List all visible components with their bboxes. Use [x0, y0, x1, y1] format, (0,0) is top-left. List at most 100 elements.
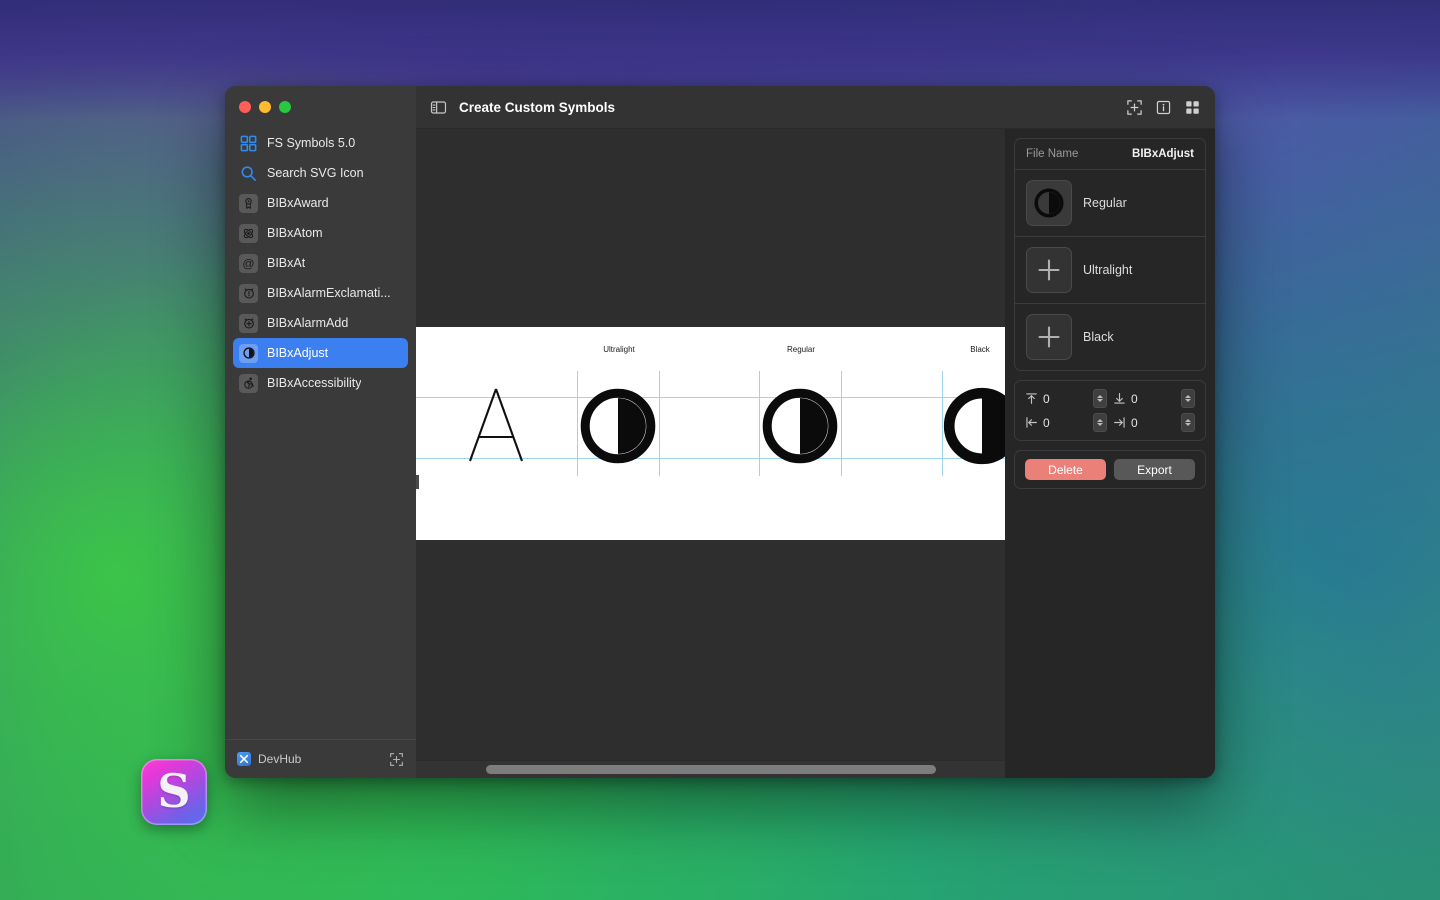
sketch-app-icon[interactable]: S — [141, 759, 207, 825]
sidebar-item-label: BIBxAt — [267, 256, 305, 270]
sidebar-item-bibxaccessibility[interactable]: BIBxAccessibility — [233, 368, 408, 398]
reference-glyph-a — [456, 383, 536, 465]
sidebar-item-fs-symbols[interactable]: FS Symbols 5.0 — [233, 128, 408, 158]
grid-icon[interactable] — [1184, 99, 1201, 116]
devhub-glyph-icon — [239, 754, 249, 764]
sidebar-item-bibxadjust[interactable]: BIBxAdjust — [233, 338, 408, 368]
svg-text:@: @ — [242, 256, 254, 270]
circle-half-filled-icon — [1033, 187, 1065, 219]
scrollbar-thumb[interactable] — [486, 765, 936, 774]
arrow-down-to-line-icon — [1113, 392, 1126, 405]
column-label-black: Black — [970, 345, 990, 354]
weight-label: Regular — [1083, 196, 1127, 210]
padding-top-cell[interactable]: 0 — [1025, 389, 1107, 408]
sidebar-item-bibxalarmexclamation[interactable]: BIBxAlarmExclamati... — [233, 278, 408, 308]
sidebar-item-label: FS Symbols 5.0 — [267, 136, 355, 150]
padding-right-stepper[interactable] — [1181, 413, 1195, 432]
plus-icon — [1036, 257, 1062, 283]
file-name-label: File Name — [1026, 148, 1078, 160]
canvas-left-marker — [416, 475, 419, 489]
inspector-panel: File Name BIBxAdjust Regular — [1005, 129, 1215, 778]
padding-bottom-stepper[interactable] — [1181, 389, 1195, 408]
file-name-value: BIBxAdjust — [1132, 148, 1194, 160]
padding-right-value: 0 — [1131, 416, 1176, 430]
weight-row-regular[interactable]: Regular — [1015, 170, 1205, 236]
sidebar-item-bibxalarmadd[interactable]: BIBxAlarmAdd — [233, 308, 408, 338]
at-icon: @ — [241, 256, 256, 271]
sidebar-item-search-svg-icon[interactable]: Search SVG Icon — [233, 158, 408, 188]
grid-icon — [239, 134, 258, 153]
sidebar-item-label: BIBxAccessibility — [267, 376, 361, 390]
add-frame-icon[interactable] — [389, 752, 404, 767]
weight-row-ultralight[interactable]: Ultralight — [1015, 236, 1205, 303]
window-controls — [225, 86, 416, 128]
symbol-chip — [239, 224, 258, 243]
titlebar: Create Custom Symbols — [416, 86, 1215, 129]
devhub-label: DevHub — [258, 752, 301, 766]
award-icon — [242, 197, 255, 210]
symbol-preview-ultralight — [577, 385, 659, 467]
symbol-chip — [239, 344, 258, 363]
guide-vertical — [659, 371, 660, 476]
export-button[interactable]: Export — [1114, 459, 1195, 480]
add-frame-icon[interactable] — [1126, 99, 1143, 116]
devhub-icon — [237, 752, 251, 766]
sidebar-item-bibxatom[interactable]: BIBxAtom — [233, 218, 408, 248]
padding-left-cell[interactable]: 0 — [1025, 413, 1107, 432]
padding-top-value: 0 — [1043, 392, 1088, 406]
padding-bottom-cell[interactable]: 0 — [1113, 389, 1195, 408]
canvas-area[interactable]: Ultralight Regular Black — [416, 129, 1005, 778]
sidebar-item-list: FS Symbols 5.0 Search SVG Icon — [225, 128, 416, 739]
padding-right-cell[interactable]: 0 — [1113, 413, 1195, 432]
symbol-info-card: File Name BIBxAdjust Regular — [1014, 138, 1206, 371]
column-label-ultralight: Ultralight — [603, 345, 635, 354]
atom-icon — [242, 227, 255, 240]
symbol-chip — [239, 194, 258, 213]
canvas-horizontal-scrollbar[interactable] — [416, 760, 1005, 778]
guide-vertical — [841, 371, 842, 476]
search-icon — [239, 164, 258, 183]
padding-card: 0 0 — [1014, 380, 1206, 441]
padding-top-stepper[interactable] — [1093, 389, 1107, 408]
padding-left-value: 0 — [1043, 416, 1088, 430]
arrow-up-to-line-icon — [1025, 392, 1038, 405]
sidebar-footer: DevHub — [225, 739, 416, 778]
desktop-wallpaper: FS Symbols 5.0 Search SVG Icon — [0, 0, 1440, 900]
sidebar-item-label: BIBxAlarmAdd — [267, 316, 348, 330]
weight-label: Ultralight — [1083, 263, 1132, 277]
sidebar-item-label: BIBxAlarmExclamati... — [267, 286, 391, 300]
symbol-chip — [239, 314, 258, 333]
weight-thumbnail-ultralight[interactable] — [1026, 247, 1072, 293]
adjust-icon — [242, 346, 256, 360]
action-buttons-card: Delete Export — [1014, 450, 1206, 489]
sidebar-item-bibxaward[interactable]: BIBxAward — [233, 188, 408, 218]
padding-bottom-value: 0 — [1131, 392, 1176, 406]
padding-left-stepper[interactable] — [1093, 413, 1107, 432]
alarm-add-icon — [242, 316, 256, 330]
sidebar-item-label: BIBxAdjust — [267, 346, 328, 360]
padding-grid: 0 0 — [1025, 389, 1195, 432]
weight-thumbnail-black[interactable] — [1026, 314, 1072, 360]
canvas-scroll-area[interactable]: Ultralight Regular Black — [416, 129, 1005, 760]
close-window-button[interactable] — [239, 101, 251, 113]
weight-thumbnail-regular[interactable] — [1026, 180, 1072, 226]
accessibility-icon — [242, 376, 256, 390]
file-name-row: File Name BIBxAdjust — [1015, 139, 1205, 170]
sidebar-item-bibxat[interactable]: @ BIBxAt — [233, 248, 408, 278]
maximize-window-button[interactable] — [279, 101, 291, 113]
sidebar-item-label: BIBxAward — [267, 196, 329, 210]
delete-button[interactable]: Delete — [1025, 459, 1106, 480]
alarm-exclamation-icon — [242, 286, 256, 300]
minimize-window-button[interactable] — [259, 101, 271, 113]
sidebar-item-label: Search SVG Icon — [267, 166, 364, 180]
column-label-regular: Regular — [787, 345, 815, 354]
sidebar: FS Symbols 5.0 Search SVG Icon — [225, 86, 416, 778]
symbol-sheet: Ultralight Regular Black — [416, 327, 1005, 540]
symbol-chip: @ — [239, 254, 258, 273]
symbol-preview-regular — [759, 385, 841, 467]
weight-row-black[interactable]: Black — [1015, 303, 1205, 370]
symbol-chip — [239, 374, 258, 393]
arrow-right-to-line-icon — [1113, 416, 1126, 429]
info-icon[interactable] — [1155, 99, 1172, 116]
sidebar-toggle-icon[interactable] — [430, 99, 447, 116]
